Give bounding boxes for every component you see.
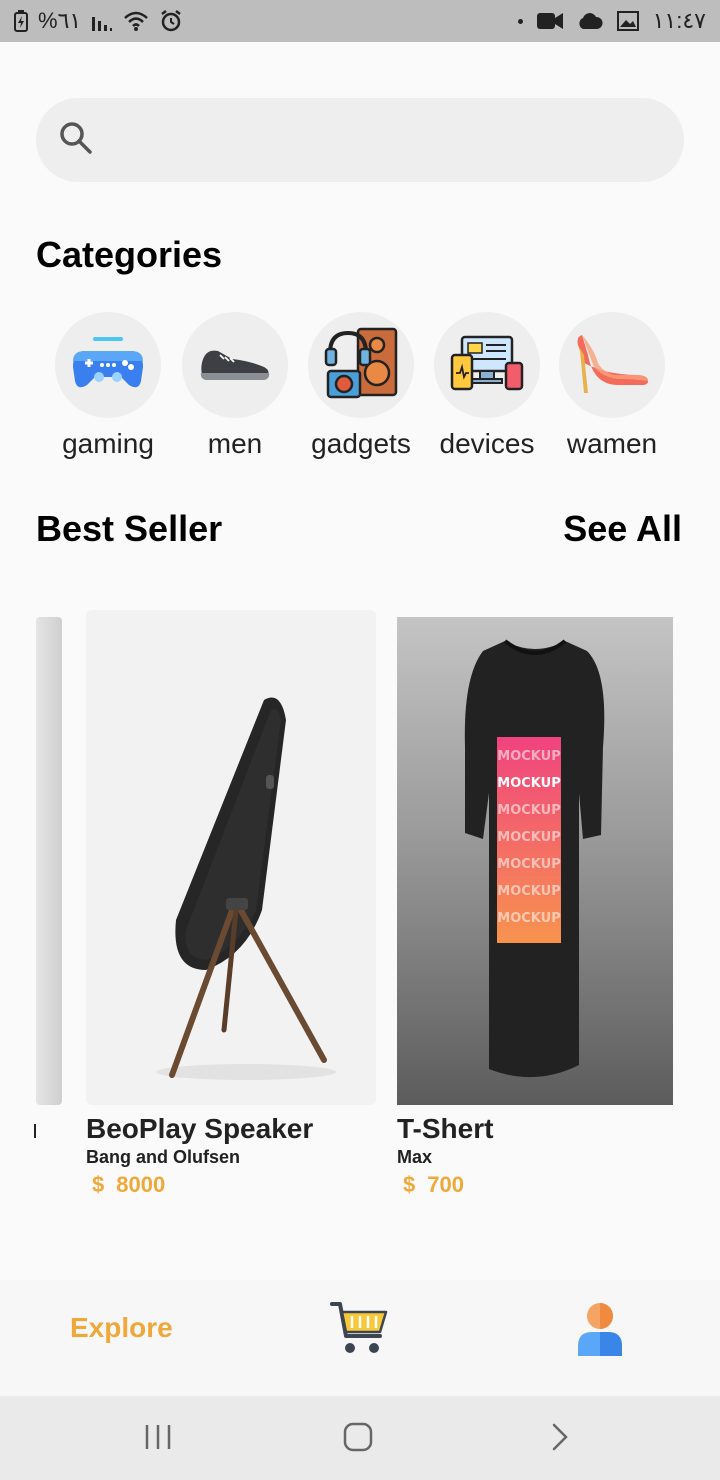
see-all-link[interactable]: See All (563, 508, 682, 550)
product-card-partial-text (34, 1124, 36, 1138)
category-wamen[interactable]: wamen (552, 312, 672, 460)
high-heel-icon (574, 331, 650, 400)
product-card[interactable]: MOCKUP MOCKUP MOCKUP MOCKUP MOCKUP MOCKU… (397, 617, 673, 1198)
categories-title: Categories (36, 234, 223, 275)
clock: ١١:٤٧ (652, 8, 706, 33)
nav-profile[interactable] (574, 1300, 626, 1361)
category-circle (434, 312, 540, 418)
product-name: BeoPlay Speaker (86, 1113, 314, 1144)
product-brand: Max (397, 1147, 433, 1167)
video-icon (536, 12, 563, 30)
nav-cart[interactable] (330, 1300, 390, 1361)
product-price: $8000 (86, 1172, 376, 1198)
chevron-right-icon (550, 1423, 570, 1456)
category-gaming[interactable]: gaming (48, 312, 168, 460)
tshirt-print-line: MOCKUP (497, 857, 561, 872)
category-gadgets[interactable]: gadgets (301, 312, 421, 460)
battery-icon (14, 10, 28, 32)
price-value: 8000 (116, 1172, 166, 1197)
status-bar: %٦١ ١١:٤٧ (0, 0, 720, 42)
tshirt-print: MOCKUP MOCKUP MOCKUP MOCKUP MOCKUP MOCKU… (497, 743, 561, 932)
wifi-icon (123, 10, 149, 32)
notification-dot-icon (517, 18, 523, 24)
profile-icon (574, 1303, 626, 1360)
signal-icon (91, 11, 113, 31)
product-card-partial[interactable] (36, 617, 62, 1105)
gadgets-icon (324, 327, 398, 404)
product-price: $700 (397, 1172, 673, 1198)
gamepad-icon (71, 333, 145, 398)
tshirt-print-line: MOCKUP (497, 749, 561, 764)
status-left: %٦١ (14, 8, 183, 34)
alarm-icon (159, 9, 183, 33)
tshirt-print-line: MOCKUP (497, 803, 561, 818)
recent-apps-icon (144, 1425, 172, 1456)
nav-explore[interactable]: Explore (70, 1312, 173, 1344)
image-icon (616, 11, 639, 31)
product-name: T-Shert (397, 1113, 494, 1144)
cart-icon (330, 1302, 390, 1360)
battery-percent: %٦١ (38, 8, 82, 33)
product-card[interactable]: BeoPlay Speaker Bang and Olufsen $8000 (86, 610, 376, 1198)
product-image-speaker (86, 610, 376, 1105)
bottom-nav: Explore (0, 1280, 720, 1396)
product-brand: Bang and Olufsen (86, 1147, 241, 1167)
category-circle (55, 312, 161, 418)
tshirt-print-line: MOCKUP (497, 776, 561, 791)
category-circle (182, 312, 288, 418)
price-currency: $ (403, 1172, 416, 1197)
search-icon (58, 120, 94, 161)
search-input[interactable] (108, 124, 668, 156)
status-right: ١١:٤٧ (517, 8, 706, 34)
category-label: men (207, 428, 263, 459)
category-label: gadgets (311, 428, 411, 459)
recent-apps-button[interactable] (144, 1422, 172, 1457)
home-button[interactable] (343, 1422, 373, 1457)
cloud-icon (577, 12, 603, 30)
price-value: 700 (427, 1172, 464, 1197)
tshirt-print-line: MOCKUP (497, 911, 561, 926)
best-seller-title: Best Seller (36, 508, 223, 549)
devices-icon (450, 333, 524, 398)
category-label: devices (439, 428, 535, 459)
sneaker-icon (198, 343, 272, 388)
price-currency: $ (92, 1172, 105, 1197)
product-image-tshirt: MOCKUP MOCKUP MOCKUP MOCKUP MOCKUP MOCKU… (397, 617, 673, 1105)
search-bar[interactable] (36, 98, 684, 182)
tshirt-print-line: MOCKUP (497, 884, 561, 899)
back-button[interactable] (550, 1422, 570, 1457)
category-label: gaming (62, 428, 154, 459)
category-devices[interactable]: devices (427, 312, 547, 460)
category-circle (308, 312, 414, 418)
category-label: wamen (566, 428, 658, 459)
home-icon (343, 1422, 373, 1456)
category-circle (559, 312, 665, 418)
system-nav-bar (0, 1396, 720, 1480)
tshirt-print-line: MOCKUP (497, 830, 561, 845)
category-men[interactable]: men (175, 312, 295, 460)
